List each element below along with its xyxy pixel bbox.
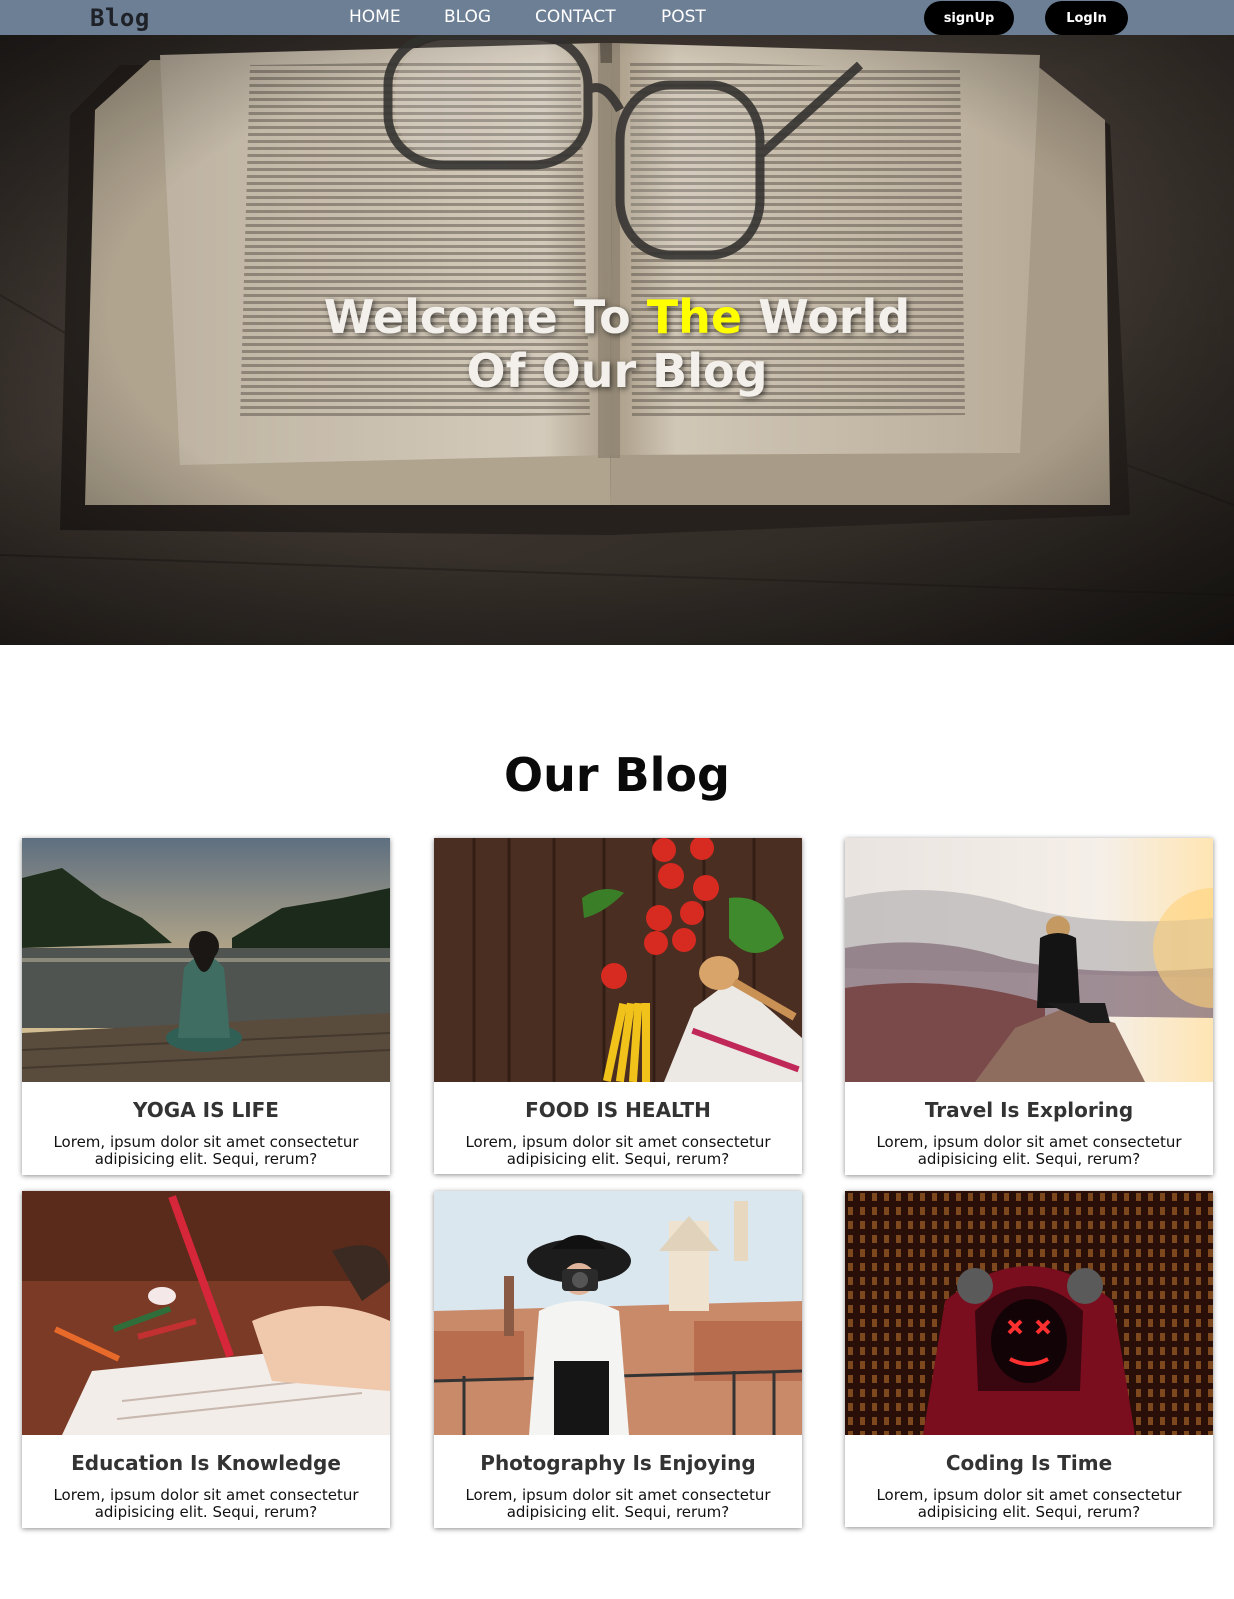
card-description: Lorem, ipsum dolor sit amet consectetur … [876, 1133, 1182, 1168]
blog-card-education[interactable]: Education Is Knowledge Lorem, ipsum dolo… [22, 1191, 390, 1528]
hero-title-line2: Of Our Blog [466, 344, 768, 398]
blog-card-coding[interactable]: Coding Is Time Lorem, ipsum dolor sit am… [845, 1191, 1213, 1527]
blog-card-food[interactable]: FOOD IS HEALTH Lorem, ipsum dolor sit am… [434, 838, 802, 1174]
card-image-yoga [22, 838, 390, 1082]
signup-button[interactable]: signUp [924, 1, 1014, 35]
card-title: Coding Is Time [945, 1451, 1113, 1475]
nav-link-contact[interactable]: CONTACT [535, 6, 616, 28]
nav-link-home[interactable]: HOME [349, 6, 401, 28]
nav-link-post[interactable]: POST [661, 6, 706, 28]
card-description: Lorem, ipsum dolor sit amet consectetur … [876, 1486, 1182, 1521]
card-image-food [434, 838, 802, 1082]
login-button[interactable]: LogIn [1045, 1, 1128, 35]
nav-link-blog[interactable]: BLOG [444, 6, 491, 28]
card-image-education [22, 1191, 390, 1435]
hero-title: Welcome To The World Of Our Blog [0, 290, 1234, 398]
blog-card-travel[interactable]: Travel Is Exploring Lorem, ipsum dolor s… [845, 838, 1213, 1175]
blog-card-yoga[interactable]: YOGA IS LIFE Lorem, ipsum dolor sit amet… [22, 838, 390, 1175]
section-title: Our Blog [504, 748, 730, 802]
hero-title-part2: World [742, 290, 911, 344]
card-image-travel [845, 838, 1213, 1082]
card-image-photography [434, 1191, 802, 1435]
hero-title-highlight: The [646, 290, 743, 344]
navbar: Blog HOME BLOG CONTACT POST signUp LogIn [0, 0, 1234, 35]
card-title: Travel Is Exploring [924, 1098, 1134, 1122]
card-description: Lorem, ipsum dolor sit amet consectetur … [53, 1133, 359, 1168]
card-description: Lorem, ipsum dolor sit amet consectetur … [53, 1486, 359, 1521]
card-description: Lorem, ipsum dolor sit amet consectetur … [465, 1133, 771, 1168]
card-image-coding [845, 1191, 1213, 1435]
card-description: Lorem, ipsum dolor sit amet consectetur … [465, 1486, 771, 1521]
hero-banner: Welcome To The World Of Our Blog [0, 35, 1234, 645]
hero-title-part1: Welcome To [323, 290, 647, 344]
card-title: YOGA IS LIFE [133, 1098, 279, 1122]
blog-card-photography[interactable]: Photography Is Enjoying Lorem, ipsum dol… [434, 1191, 802, 1528]
card-title: FOOD IS HEALTH [525, 1098, 711, 1122]
brand-logo[interactable]: Blog [90, 3, 150, 33]
card-title: Photography Is Enjoying [480, 1451, 756, 1475]
card-title: Education Is Knowledge [71, 1451, 341, 1475]
